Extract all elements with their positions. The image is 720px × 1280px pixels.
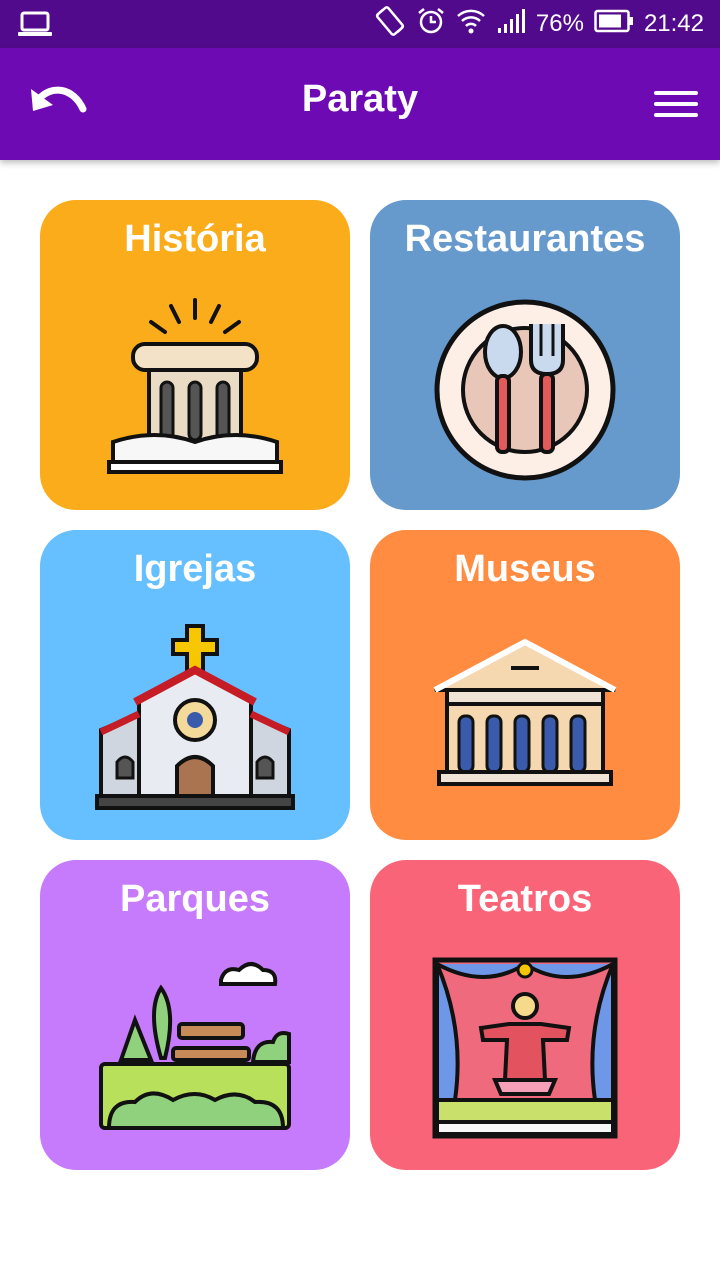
column-book-icon: [107, 298, 283, 474]
category-card-restaurantes[interactable]: Restaurantes: [370, 200, 680, 510]
category-card-teatros[interactable]: Teatros: [370, 860, 680, 1170]
museum-building-icon: [433, 638, 617, 786]
app-bar: Paraty: [0, 48, 720, 160]
laptop-icon: [18, 10, 52, 43]
category-label: Igrejas: [133, 548, 257, 590]
category-card-parques[interactable]: Parques: [40, 860, 350, 1170]
menu-button[interactable]: [654, 84, 698, 124]
battery-percent: 76%: [535, 10, 584, 37]
hamburger-line: [654, 113, 698, 117]
alarm-icon: [416, 6, 446, 43]
category-label: Teatros: [457, 878, 593, 920]
signal-icon: [496, 8, 526, 41]
status-bar: 76% 21:42: [0, 0, 720, 48]
hamburger-line: [654, 91, 698, 95]
category-label: Parques: [120, 878, 270, 920]
wifi-icon: [456, 7, 486, 42]
category-label: História: [124, 218, 266, 260]
category-card-igrejas[interactable]: Igrejas: [40, 530, 350, 840]
park-bench-icon: [99, 962, 291, 1130]
page-title: Paraty: [301, 78, 419, 120]
category-label: Restaurantes: [404, 218, 646, 260]
category-grid: História Restaurantes Igrejas Museus Par…: [40, 200, 680, 1170]
church-icon: [95, 624, 295, 810]
plate-cutlery-icon: [434, 299, 616, 481]
category-card-museus[interactable]: Museus: [370, 530, 680, 840]
battery-icon: [594, 9, 634, 40]
rotate-icon: [374, 5, 406, 44]
category-label: Museus: [454, 548, 596, 590]
theater-stage-icon: [432, 957, 618, 1139]
hamburger-line: [654, 102, 698, 106]
category-card-historia[interactable]: História: [40, 200, 350, 510]
clock: 21:42: [643, 10, 704, 37]
